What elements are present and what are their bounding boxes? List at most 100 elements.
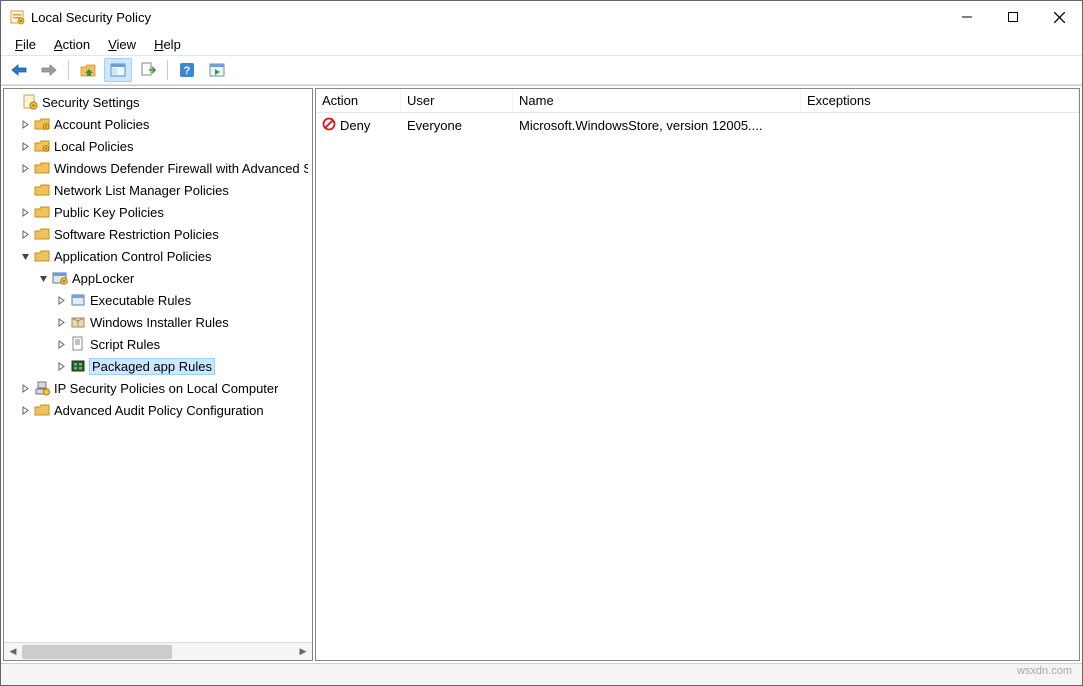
list-row[interactable]: Deny Everyone Microsoft.WindowsStore, ve… [316, 113, 1079, 137]
minimize-button[interactable] [944, 1, 990, 33]
maximize-button[interactable] [990, 1, 1036, 33]
folder-icon [34, 182, 50, 198]
menu-file[interactable]: File [7, 35, 44, 54]
node-label: Application Control Policies [54, 249, 212, 264]
ipsec-icon [34, 380, 50, 396]
expander-icon[interactable] [18, 381, 32, 395]
script-rules-icon [70, 336, 86, 352]
toolbar: ? [1, 55, 1082, 85]
tree-packaged-app-rules[interactable]: Packaged app Rules [4, 355, 312, 377]
node-label: Advanced Audit Policy Configuration [54, 403, 264, 418]
node-label: Software Restriction Policies [54, 227, 219, 242]
tree[interactable]: ▶ Security Settings Account Policies [4, 89, 312, 642]
expander-collapse-icon[interactable] [18, 249, 32, 263]
tree-account-policies[interactable]: Account Policies [4, 113, 312, 135]
menu-help[interactable]: Help [146, 35, 189, 54]
tree-software-restriction-policies[interactable]: Software Restriction Policies [4, 223, 312, 245]
folder-lock-icon [34, 116, 50, 132]
cell-text: Deny [340, 118, 370, 133]
app-window: Local Security Policy File Action View H… [0, 0, 1083, 686]
tree-horizontal-scrollbar[interactable]: ◀ ▶ [4, 642, 312, 660]
applocker-icon [52, 270, 68, 286]
properties-button[interactable] [203, 58, 231, 82]
content-area: ▶ Security Settings Account Policies [1, 85, 1082, 663]
menubar: File Action View Help [1, 33, 1082, 55]
export-list-button[interactable] [134, 58, 162, 82]
status-bar [1, 663, 1082, 685]
expander-icon[interactable] [18, 227, 32, 241]
list-header: Action User Name Exceptions [316, 89, 1079, 113]
tree-script-rules[interactable]: Script Rules [4, 333, 312, 355]
column-action[interactable]: Action [316, 89, 401, 112]
folder-icon [34, 248, 50, 264]
cell-action: Deny [316, 117, 401, 134]
cell-user: Everyone [401, 118, 513, 133]
expander-icon[interactable] [54, 293, 68, 307]
node-label: Account Policies [54, 117, 149, 132]
svg-text:?: ? [184, 65, 191, 77]
column-label: User [407, 93, 434, 108]
tree-applocker[interactable]: AppLocker [4, 267, 312, 289]
window-controls [944, 1, 1082, 33]
tree-pane: ▶ Security Settings Account Policies [3, 88, 313, 661]
expander-icon[interactable] [54, 359, 68, 373]
tree-network-list-manager[interactable]: ▶ Network List Manager Policies [4, 179, 312, 201]
deny-icon [322, 117, 336, 134]
expander-icon[interactable] [18, 139, 32, 153]
tree-public-key-policies[interactable]: Public Key Policies [4, 201, 312, 223]
node-label: AppLocker [72, 271, 134, 286]
security-settings-icon [22, 94, 38, 110]
exe-rules-icon [70, 292, 86, 308]
node-label: Security Settings [42, 95, 140, 110]
scroll-thumb[interactable] [22, 645, 172, 659]
toolbar-separator [68, 60, 69, 80]
tree-windows-installer-rules[interactable]: Windows Installer Rules [4, 311, 312, 333]
list-pane: Action User Name Exceptions Deny Everyon… [315, 88, 1080, 661]
folder-icon [34, 226, 50, 242]
folder-lock-icon [34, 138, 50, 154]
scroll-left-arrow[interactable]: ◀ [4, 643, 22, 661]
column-exceptions[interactable]: Exceptions [801, 89, 1079, 112]
column-user[interactable]: User [401, 89, 513, 112]
app-icon [9, 9, 25, 25]
scroll-track[interactable] [22, 643, 294, 661]
tree-root-security-settings[interactable]: ▶ Security Settings [4, 91, 312, 113]
folder-icon [34, 402, 50, 418]
tree-application-control-policies[interactable]: Application Control Policies [4, 245, 312, 267]
node-label: Local Policies [54, 139, 134, 154]
tree-advanced-audit-policy[interactable]: Advanced Audit Policy Configuration [4, 399, 312, 421]
window-title: Local Security Policy [31, 10, 151, 25]
cell-text: Everyone [407, 118, 462, 133]
up-button[interactable] [74, 58, 102, 82]
back-button[interactable] [5, 58, 33, 82]
folder-icon [34, 160, 50, 176]
tree-windows-defender-firewall[interactable]: Windows Defender Firewall with Advanced … [4, 157, 312, 179]
titlebar: Local Security Policy [1, 1, 1082, 33]
cell-text: Microsoft.WindowsStore, version 12005...… [519, 118, 763, 133]
expander-icon[interactable] [18, 117, 32, 131]
menu-view[interactable]: View [100, 35, 144, 54]
close-button[interactable] [1036, 1, 1082, 33]
tree-local-policies[interactable]: Local Policies [4, 135, 312, 157]
node-label: Network List Manager Policies [54, 183, 229, 198]
folder-icon [34, 204, 50, 220]
tree-executable-rules[interactable]: Executable Rules [4, 289, 312, 311]
help-button[interactable]: ? [173, 58, 201, 82]
expander-icon[interactable] [18, 161, 32, 175]
node-label: Public Key Policies [54, 205, 164, 220]
expander-icon[interactable] [54, 315, 68, 329]
column-label: Action [322, 93, 358, 108]
expander-icon[interactable] [54, 337, 68, 351]
expander-icon[interactable] [18, 205, 32, 219]
expander-icon[interactable] [18, 403, 32, 417]
show-hide-tree-button[interactable] [104, 58, 132, 82]
node-label: Script Rules [90, 337, 160, 352]
column-name[interactable]: Name [513, 89, 801, 112]
expander-collapse-icon[interactable] [36, 271, 50, 285]
forward-button[interactable] [35, 58, 63, 82]
node-label: Windows Installer Rules [90, 315, 229, 330]
menu-action[interactable]: Action [46, 35, 98, 54]
scroll-right-arrow[interactable]: ▶ [294, 643, 312, 661]
node-label: Executable Rules [90, 293, 191, 308]
tree-ip-security-policies[interactable]: IP Security Policies on Local Computer [4, 377, 312, 399]
